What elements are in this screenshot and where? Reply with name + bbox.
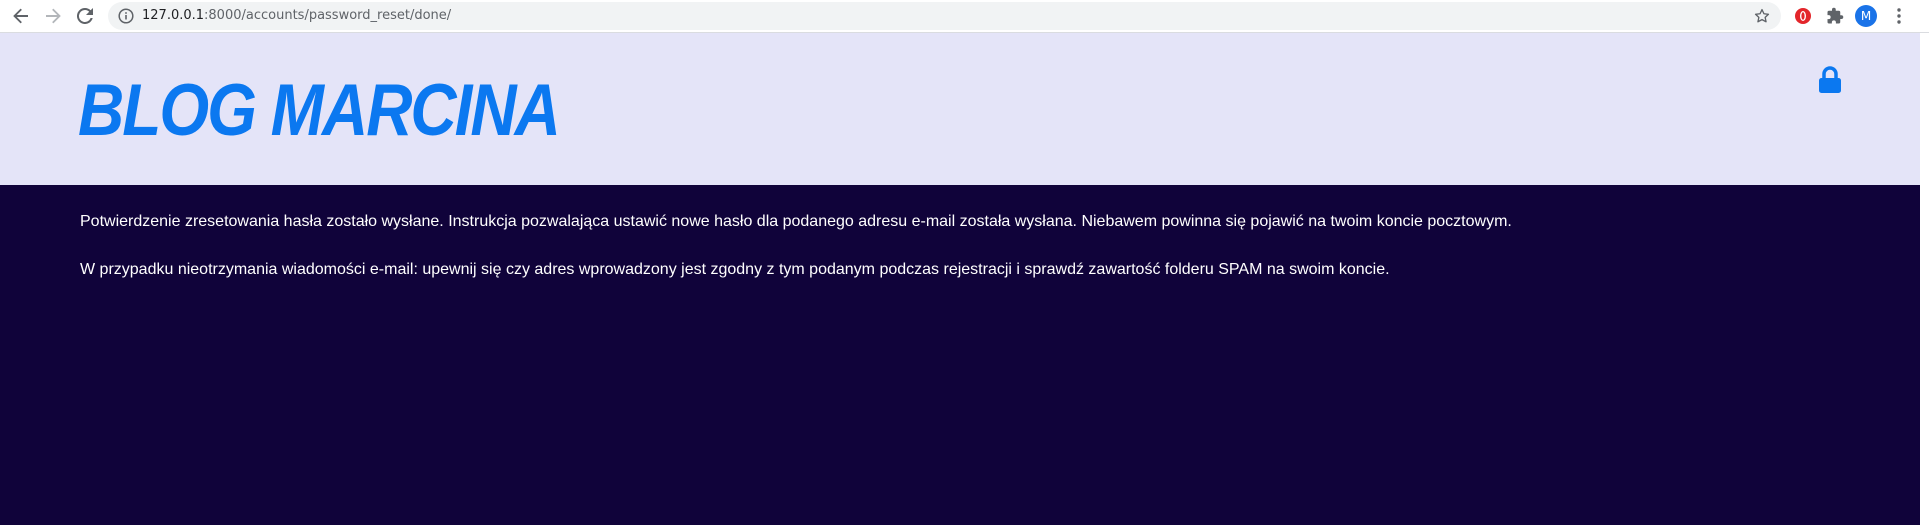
lock-icon[interactable]: [1818, 66, 1842, 94]
star-icon[interactable]: [1753, 7, 1771, 25]
reload-icon[interactable]: [73, 4, 97, 28]
opera-icon[interactable]: [1793, 6, 1813, 26]
url-text[interactable]: 127.0.0.1:8000/accounts/password_reset/d…: [142, 2, 451, 30]
puzzle-icon[interactable]: [1825, 6, 1845, 26]
forward-arrow-icon[interactable]: [41, 4, 65, 28]
url-path: :8000/accounts/password_reset/done/: [204, 8, 452, 23]
main-content: Potwierdzenie zresetowania hasła zostało…: [80, 212, 1880, 308]
address-bar[interactable]: 127.0.0.1:8000/accounts/password_reset/d…: [108, 2, 1781, 30]
kebab-menu-icon[interactable]: [1889, 6, 1909, 26]
back-arrow-icon[interactable]: [9, 4, 33, 28]
info-icon[interactable]: [118, 8, 134, 24]
confirmation-message: Potwierdzenie zresetowania hasła zostało…: [80, 213, 1512, 230]
scrollbar[interactable]: [1920, 33, 1929, 525]
url-host: 127.0.0.1: [142, 8, 205, 23]
spam-hint-message: W przypadku nieotrzymania wiadomości e-m…: [80, 261, 1390, 278]
browser-toolbar: 127.0.0.1:8000/accounts/password_reset/d…: [0, 0, 1929, 33]
profile-avatar[interactable]: M: [1855, 5, 1877, 27]
site-header: Blog Marcina: [0, 33, 1920, 185]
site-title[interactable]: Blog Marcina: [78, 73, 561, 147]
